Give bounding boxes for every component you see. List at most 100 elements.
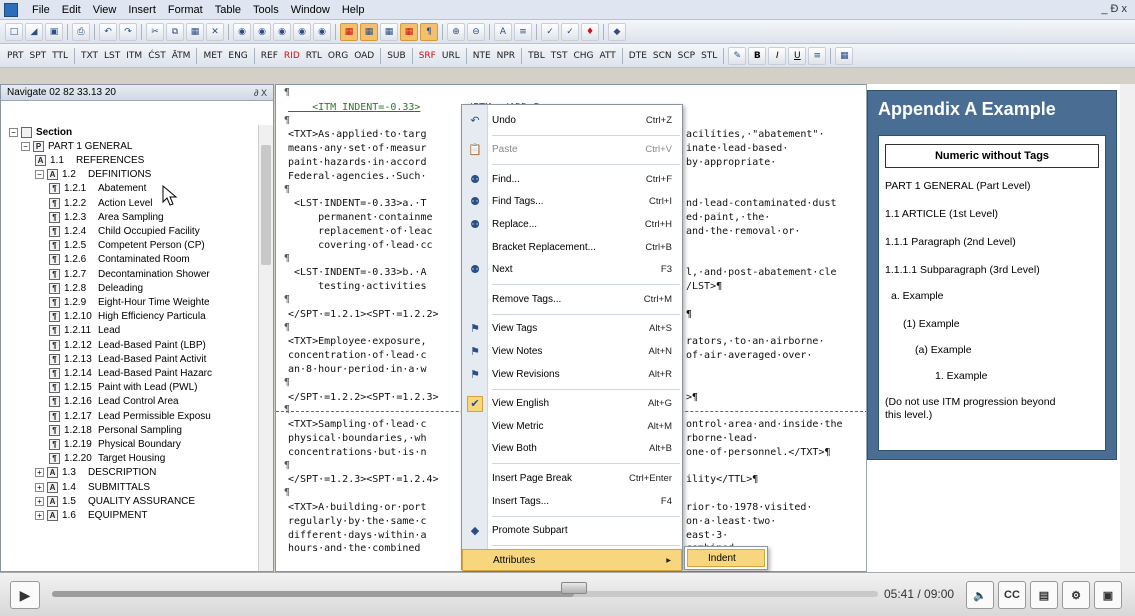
menu-item-view-both[interactable]: View Both Alt+B bbox=[462, 438, 682, 460]
tree-node[interactable]: − Section bbox=[9, 125, 72, 139]
tree-node[interactable]: ¶ 1.2.20 Target Housing bbox=[49, 452, 165, 466]
tag-url-button[interactable]: URL bbox=[440, 47, 462, 65]
paste-icon[interactable]: ▦ bbox=[186, 22, 204, 41]
new-document-icon[interactable]: □ bbox=[5, 22, 23, 41]
tag-prt-button[interactable]: PRT bbox=[5, 47, 26, 65]
print-icon[interactable]: ⎙ bbox=[72, 22, 90, 41]
menu-format[interactable]: Format bbox=[162, 1, 209, 19]
submenu-indent[interactable]: Indent bbox=[687, 549, 765, 567]
editor-line-tail[interactable]: on·a·least·two· bbox=[686, 515, 776, 528]
tag-scp-button[interactable]: SCP bbox=[676, 47, 697, 65]
editor-line[interactable]: </SPT·=1.2.3><SPT·=1.2.4> bbox=[288, 473, 439, 486]
menu-item-undo[interactable]: ↶ Undo Ctrl+Z bbox=[462, 109, 682, 131]
tag-eng-button[interactable]: ENG bbox=[226, 47, 249, 65]
menu-item-promote-subpart[interactable]: ◆ Promote Subpart bbox=[462, 520, 682, 542]
redo-icon[interactable]: ↷ bbox=[119, 22, 137, 41]
menu-file[interactable]: File bbox=[26, 1, 56, 19]
editor-line-tail[interactable]: inate·lead-based· bbox=[686, 142, 788, 155]
editor-line[interactable]: regularly·by·the·same·c bbox=[288, 515, 426, 528]
preview-scrollbar[interactable] bbox=[1120, 84, 1135, 572]
tree-node[interactable]: ¶ 1.2.4 Child Occupied Facility bbox=[49, 224, 200, 238]
menu-tools[interactable]: Tools bbox=[247, 1, 285, 19]
editor-line-tail[interactable]: acilities,·"abatement"· bbox=[686, 128, 824, 141]
tag-citm-button[interactable]: ĀTM bbox=[170, 47, 193, 65]
check-icon[interactable]: ✓ bbox=[561, 22, 579, 41]
tree-node[interactable]: ¶ 1.2.10 High Efficiency Particula bbox=[49, 310, 206, 324]
italic-icon[interactable]: I bbox=[768, 46, 787, 65]
editor-line-tail[interactable]: ¶ bbox=[686, 308, 692, 321]
tree-node[interactable]: ¶ 1.2.13 Lead-Based Paint Activit bbox=[49, 352, 206, 366]
tag-tst-button[interactable]: TST bbox=[549, 47, 570, 65]
editor-line-tail[interactable]: rior·to·1978·visited· bbox=[686, 501, 812, 514]
tree-node[interactable]: ¶ 1.2.18 Personal Sampling bbox=[49, 423, 182, 437]
tree-node[interactable]: ¶ 1.2.5 Competent Person (CP) bbox=[49, 239, 205, 253]
pilcrow-icon[interactable]: ¶ bbox=[420, 22, 438, 41]
menu-view[interactable]: View bbox=[87, 1, 123, 19]
menu-insert[interactable]: Insert bbox=[122, 1, 162, 19]
menu-item-replace[interactable]: ⚉ Replace... Ctrl+H bbox=[462, 213, 682, 235]
transcript-icon[interactable]: ▤ bbox=[1030, 581, 1058, 609]
menu-item-view-english[interactable]: ✔ View English Alt+G bbox=[462, 393, 682, 415]
tag-rid-button[interactable]: RID bbox=[282, 47, 302, 65]
tag-oad-button[interactable]: OAD bbox=[352, 47, 376, 65]
settings-icon[interactable]: ⚙ bbox=[1062, 581, 1090, 609]
editor-line-tail[interactable]: rborne·lead· bbox=[686, 432, 758, 445]
find-icon[interactable]: ◉ bbox=[233, 22, 251, 41]
tree-expand-icon[interactable]: − bbox=[9, 127, 18, 137]
editor-line[interactable]: <TXT>Employee·exposure, bbox=[288, 335, 426, 348]
editor-line-tail[interactable]: ed·paint,·the· bbox=[686, 211, 770, 224]
tree-node[interactable]: ¶ 1.2.19 Physical Boundary bbox=[49, 437, 181, 451]
tag-scn-button[interactable]: SCN bbox=[651, 47, 674, 65]
tag-lst-button[interactable]: LST bbox=[102, 47, 122, 65]
tag-txt-button[interactable]: TXT bbox=[79, 47, 100, 65]
editor-line-tail[interactable]: ility</TTL>¶ bbox=[686, 473, 758, 486]
tree-node[interactable]: ¶ 1.2.8 Deleading bbox=[49, 281, 143, 295]
plugin-icon[interactable]: ◆ bbox=[608, 22, 626, 41]
tree-node[interactable]: + A 1.6 EQUIPMENT bbox=[35, 508, 147, 522]
tree-node[interactable]: ¶ 1.2.1 Abatement bbox=[49, 182, 146, 196]
tree-node[interactable]: ¶ 1.2.15 Paint with Lead (PWL) bbox=[49, 381, 198, 395]
video-progress-knob[interactable] bbox=[561, 582, 588, 594]
table-icon[interactable]: ▦ bbox=[835, 46, 854, 65]
editor-line[interactable]: testing·activities bbox=[288, 280, 426, 293]
tree-node[interactable]: ¶ 1.2.7 Decontamination Shower bbox=[49, 267, 210, 281]
menu-item-find-tags[interactable]: ⚉ Find Tags... Ctrl+I bbox=[462, 191, 682, 213]
undo-icon[interactable]: ↶ bbox=[99, 22, 117, 41]
tree-node[interactable]: ¶ 1.2.3 Area Sampling bbox=[49, 210, 164, 224]
find-next-icon[interactable]: ◉ bbox=[293, 22, 311, 41]
tree-node[interactable]: ¶ 1.2.16 Lead Control Area bbox=[49, 395, 179, 409]
menu-item-next[interactable]: ⚉ Next F3 bbox=[462, 259, 682, 281]
align-justify-icon[interactable]: ≡ bbox=[808, 46, 827, 65]
tag-nte-button[interactable]: NTE bbox=[471, 47, 493, 65]
tree-expand-icon[interactable]: + bbox=[35, 468, 44, 478]
tree-node[interactable]: ¶ 1.2.17 Lead Permissible Exposu bbox=[49, 409, 211, 423]
tree-node[interactable]: − A 1.2 DEFINITIONS bbox=[35, 168, 151, 182]
tree-expand-icon[interactable]: + bbox=[35, 496, 44, 506]
tree-node[interactable]: ¶ 1.2.9 Eight-Hour Time Weighte bbox=[49, 295, 210, 309]
editor-line-tail[interactable]: by·appropriate· bbox=[686, 156, 776, 169]
open-folder-icon[interactable]: ◢ bbox=[25, 22, 43, 41]
tag-npr-button[interactable]: NPR bbox=[495, 47, 517, 65]
tag-chg-button[interactable]: CHG bbox=[571, 47, 595, 65]
menu-item-insert-page-break[interactable]: Insert Page Break Ctrl+Enter bbox=[462, 467, 682, 489]
bold-icon[interactable]: B bbox=[748, 46, 767, 65]
save-icon[interactable]: ▣ bbox=[45, 22, 63, 41]
scrollbar-thumb[interactable] bbox=[261, 145, 271, 265]
tag-tbl-button[interactable]: TBL bbox=[526, 47, 547, 65]
marker-icon[interactable]: ♦ bbox=[581, 22, 599, 41]
zoom-in-icon[interactable]: ⊕ bbox=[447, 22, 465, 41]
tree-node[interactable]: ¶ 1.2.6 Contaminated Room bbox=[49, 253, 190, 267]
menu-table[interactable]: Table bbox=[209, 1, 247, 19]
editor-line-tail[interactable]: /LST>¶ bbox=[686, 280, 722, 293]
volume-icon[interactable]: 🔈 bbox=[966, 581, 994, 609]
editor-line-tail[interactable]: and·the·removal·or· bbox=[686, 225, 800, 238]
editor-line[interactable]: <TXT>A·building·or·port bbox=[288, 501, 426, 514]
tree-expand-icon[interactable]: − bbox=[21, 141, 30, 151]
menu-item-view-metric[interactable]: View Metric Alt+M bbox=[462, 415, 682, 437]
editor-line[interactable]: means·any·set·of·measur bbox=[288, 142, 426, 155]
menu-edit[interactable]: Edit bbox=[56, 1, 87, 19]
editor-line[interactable]: paint·hazards·in·accord bbox=[288, 156, 426, 169]
menu-item-insert-tags[interactable]: Insert Tags... F4 bbox=[462, 490, 682, 512]
editor-line[interactable]: </SPT·=1.2.1><SPT·=1.2.2> bbox=[288, 308, 439, 321]
editor-line[interactable]: <LST·INDENT=-0.33>a.·T bbox=[288, 197, 426, 210]
